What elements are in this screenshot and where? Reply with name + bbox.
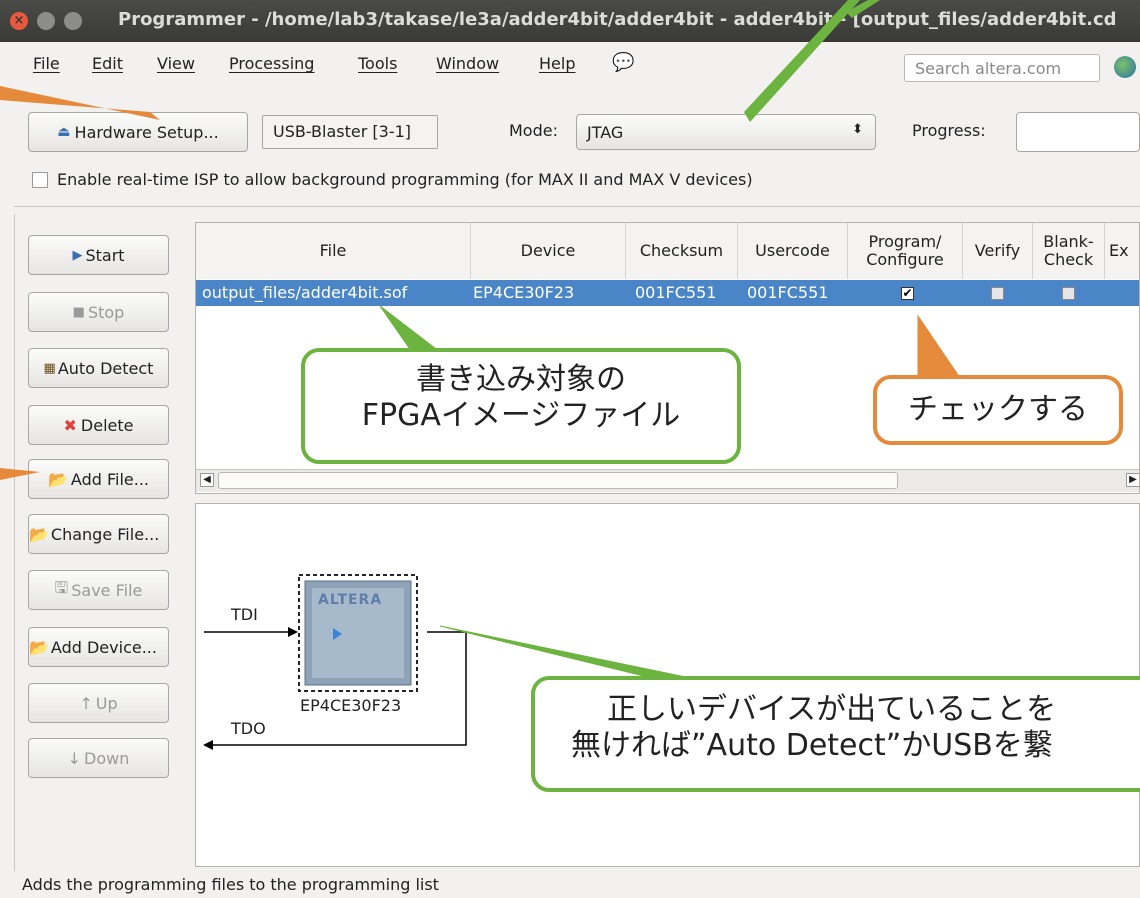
device-note-line-1: 正しいデバイスが出ていることを [607, 692, 1057, 727]
orange-arrow-hardware [0, 86, 160, 120]
orange-pointer-check [917, 314, 961, 379]
green-arrow-mode [744, 0, 860, 122]
device-note-line-2: 無ければ”Auto Detect”かUSBを繋 [571, 728, 1053, 763]
callout-check: チェックする [873, 375, 1123, 445]
callout-image-file: 書き込み対象の FPGAイメージファイル [301, 348, 741, 464]
green-pointer-device [439, 625, 701, 681]
orange-arrow-addfile [0, 468, 40, 480]
green-pointer-file [379, 305, 442, 353]
callout-device-note: 正しいデバイスが出ていることを 無ければ”Auto Detect”かUSBを繋 [531, 676, 1140, 792]
